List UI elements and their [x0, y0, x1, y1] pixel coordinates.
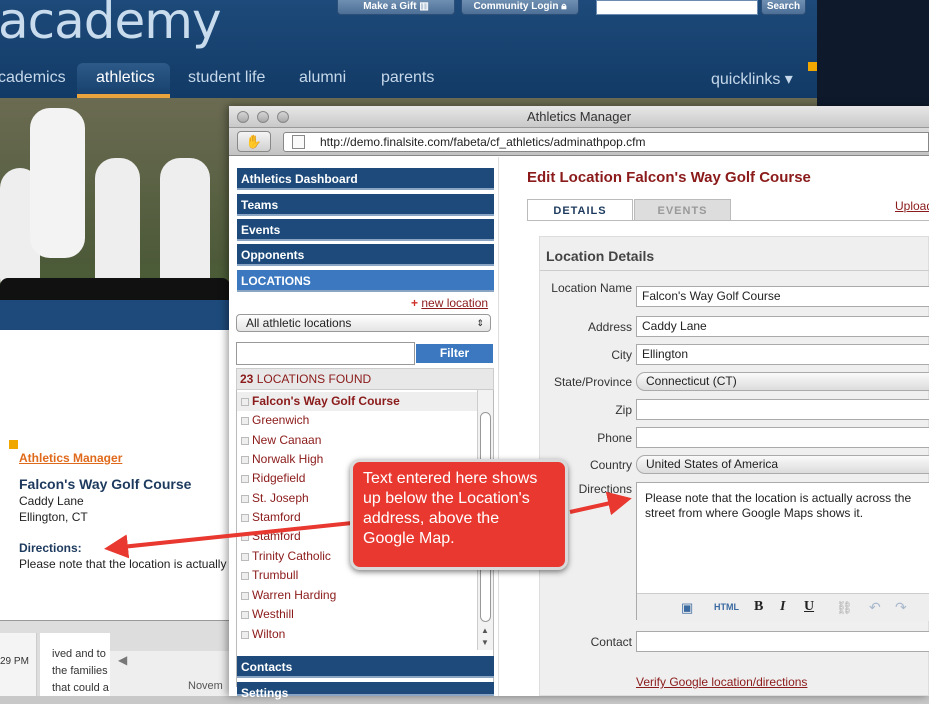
annotation-callout: Text entered here shows up below the Loc…: [350, 459, 568, 570]
annotation-arrows: [104, 491, 632, 559]
arrow-to-directions-field: [569, 491, 632, 516]
arrow-to-site-directions: [104, 521, 353, 559]
